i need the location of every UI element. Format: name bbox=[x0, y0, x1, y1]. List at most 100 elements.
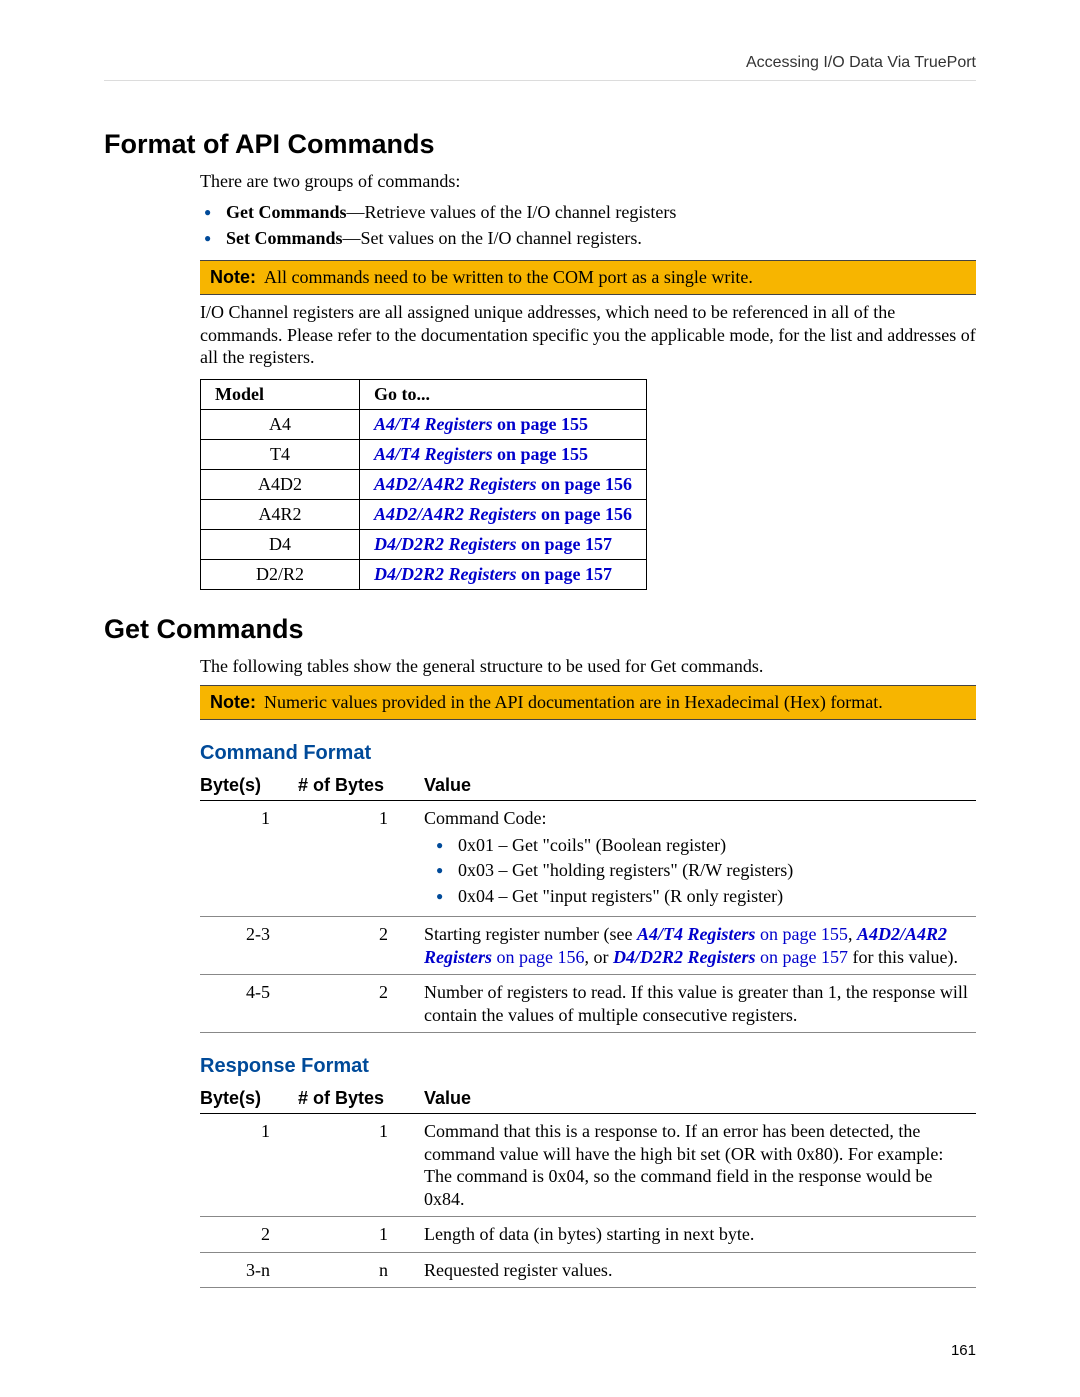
note-text: All commands need to be written to the C… bbox=[264, 267, 966, 288]
register-link[interactable]: A4/T4 Registers bbox=[374, 444, 493, 464]
register-link[interactable]: A4/T4 Registers bbox=[637, 924, 756, 944]
bytes-cell: 1 bbox=[200, 801, 298, 917]
model-cell: A4 bbox=[201, 409, 360, 439]
value-cell: Length of data (in bytes) starting in ne… bbox=[424, 1217, 976, 1253]
bytes-cell: 2 bbox=[200, 1217, 298, 1253]
bytes-cell: 1 bbox=[200, 1114, 298, 1217]
col-bytes: Byte(s) bbox=[200, 771, 298, 801]
table-row: A4D2 A4D2/A4R2 Registers on page 156 bbox=[201, 469, 647, 499]
table-row: 1 1 Command Code: 0x01 – Get "coils" (Bo… bbox=[200, 801, 976, 917]
link-trail: on page 155 bbox=[755, 924, 847, 944]
value-cell: Starting register number (see A4/T4 Regi… bbox=[424, 917, 976, 975]
list-item: 0x01 – Get "coils" (Boolean register) bbox=[424, 834, 968, 857]
value-cell: Requested register values. bbox=[424, 1252, 976, 1288]
sec2-intro: The following tables show the general st… bbox=[200, 655, 976, 678]
link-trail: on page 156 bbox=[537, 504, 633, 524]
bytes-cell: 4-5 bbox=[200, 975, 298, 1033]
bullet-get-rest: —Retrieve values of the I/O channel regi… bbox=[347, 202, 677, 222]
page-number: 161 bbox=[951, 1342, 976, 1359]
table-row: 4-5 2 Number of registers to read. If th… bbox=[200, 975, 976, 1033]
goto-cell: D4/D2R2 Registers on page 157 bbox=[360, 559, 647, 589]
bullet-get-commands: Get Commands—Retrieve values of the I/O … bbox=[200, 201, 976, 224]
register-link[interactable]: D4/D2R2 Registers bbox=[613, 947, 756, 967]
link-trail: on page 155 bbox=[493, 444, 589, 464]
table-row: 2 1 Length of data (in bytes) starting i… bbox=[200, 1217, 976, 1253]
command-groups-list: Get Commands—Retrieve values of the I/O … bbox=[200, 201, 976, 251]
model-cell: T4 bbox=[201, 439, 360, 469]
table-row: A4R2 A4D2/A4R2 Registers on page 156 bbox=[201, 499, 647, 529]
table-row: 3-n n Requested register values. bbox=[200, 1252, 976, 1288]
register-link[interactable]: D4/D2R2 Registers bbox=[374, 534, 517, 554]
numbytes-cell: 1 bbox=[298, 1114, 424, 1217]
goto-cell: A4D2/A4R2 Registers on page 156 bbox=[360, 469, 647, 499]
model-cell: A4R2 bbox=[201, 499, 360, 529]
numbytes-cell: 2 bbox=[298, 975, 424, 1033]
command-code-list: 0x01 – Get "coils" (Boolean register) 0x… bbox=[424, 834, 968, 908]
bullet-set-bold: Set Commands bbox=[226, 228, 343, 248]
col-value: Value bbox=[424, 771, 976, 801]
goto-cell: A4D2/A4R2 Registers on page 156 bbox=[360, 499, 647, 529]
link-trail: on page 156 bbox=[537, 474, 633, 494]
response-format-table: Byte(s) # of Bytes Value 1 1 Command tha… bbox=[200, 1084, 976, 1288]
list-item: 0x03 – Get "holding registers" (R/W regi… bbox=[424, 859, 968, 882]
table-row: D2/R2 D4/D2R2 Registers on page 157 bbox=[201, 559, 647, 589]
text-fragment: for this value). bbox=[848, 947, 958, 967]
col-bytes: Byte(s) bbox=[200, 1084, 298, 1114]
command-code-label: Command Code: bbox=[424, 808, 547, 828]
register-link[interactable]: A4D2/A4R2 Registers bbox=[374, 474, 537, 494]
subhead-command-format: Command Format bbox=[200, 742, 976, 765]
bullet-get-bold: Get Commands bbox=[226, 202, 347, 222]
register-link[interactable]: A4D2/A4R2 Registers bbox=[374, 504, 537, 524]
subhead-response-format: Response Format bbox=[200, 1055, 976, 1078]
bytes-cell: 2-3 bbox=[200, 917, 298, 975]
link-trail: on page 157 bbox=[517, 564, 613, 584]
model-cell: A4D2 bbox=[201, 469, 360, 499]
note-label: Note: bbox=[210, 267, 264, 288]
section-title-format-api: Format of API Commands bbox=[104, 129, 976, 160]
value-cell: Command Code: 0x01 – Get "coils" (Boolea… bbox=[424, 801, 976, 917]
table-row: A4 A4/T4 Registers on page 155 bbox=[201, 409, 647, 439]
goto-cell: A4/T4 Registers on page 155 bbox=[360, 409, 647, 439]
link-trail: on page 157 bbox=[517, 534, 613, 554]
goto-cell: D4/D2R2 Registers on page 157 bbox=[360, 529, 647, 559]
model-cell: D4 bbox=[201, 529, 360, 559]
register-link[interactable]: D4/D2R2 Registers bbox=[374, 564, 517, 584]
table-row: 2-3 2 Starting register number (see A4/T… bbox=[200, 917, 976, 975]
note-label: Note: bbox=[210, 692, 264, 713]
page-header: Accessing I/O Data Via TruePort bbox=[104, 54, 976, 81]
model-cell: D2/R2 bbox=[201, 559, 360, 589]
register-link[interactable]: A4/T4 Registers bbox=[374, 414, 493, 434]
numbytes-cell: 1 bbox=[298, 1217, 424, 1253]
bullet-set-commands: Set Commands—Set values on the I/O chann… bbox=[200, 227, 976, 250]
value-cell: Number of registers to read. If this val… bbox=[424, 975, 976, 1033]
col-numbytes: # of Bytes bbox=[298, 771, 424, 801]
table-row: D4 D4/D2R2 Registers on page 157 bbox=[201, 529, 647, 559]
model-goto-table: Model Go to... A4 A4/T4 Registers on pag… bbox=[200, 379, 647, 590]
col-numbytes: # of Bytes bbox=[298, 1084, 424, 1114]
link-trail: on page 156 bbox=[492, 947, 584, 967]
table-row: 1 1 Command that this is a response to. … bbox=[200, 1114, 976, 1217]
model-col-header: Model bbox=[201, 379, 360, 409]
numbytes-cell: 2 bbox=[298, 917, 424, 975]
bytes-cell: 3-n bbox=[200, 1252, 298, 1288]
text-fragment: , bbox=[848, 924, 857, 944]
sec1-after-note: I/O Channel registers are all assigned u… bbox=[200, 301, 976, 369]
command-format-table: Byte(s) # of Bytes Value 1 1 Command Cod… bbox=[200, 771, 976, 1033]
table-row: T4 A4/T4 Registers on page 155 bbox=[201, 439, 647, 469]
list-item: 0x04 – Get "input registers" (R only reg… bbox=[424, 885, 968, 908]
numbytes-cell: n bbox=[298, 1252, 424, 1288]
text-fragment: , or bbox=[585, 947, 614, 967]
goto-col-header: Go to... bbox=[360, 379, 647, 409]
value-cell: Command that this is a response to. If a… bbox=[424, 1114, 976, 1217]
text-fragment: Starting register number (see bbox=[424, 924, 637, 944]
link-trail: on page 155 bbox=[493, 414, 589, 434]
numbytes-cell: 1 bbox=[298, 801, 424, 917]
link-trail: on page 157 bbox=[756, 947, 848, 967]
col-value: Value bbox=[424, 1084, 976, 1114]
sec1-intro: There are two groups of commands: bbox=[200, 170, 976, 193]
bullet-set-rest: —Set values on the I/O channel registers… bbox=[343, 228, 642, 248]
section-title-get-commands: Get Commands bbox=[104, 614, 976, 645]
goto-cell: A4/T4 Registers on page 155 bbox=[360, 439, 647, 469]
note-single-write: Note: All commands need to be written to… bbox=[200, 260, 976, 295]
note-text: Numeric values provided in the API docum… bbox=[264, 692, 966, 713]
